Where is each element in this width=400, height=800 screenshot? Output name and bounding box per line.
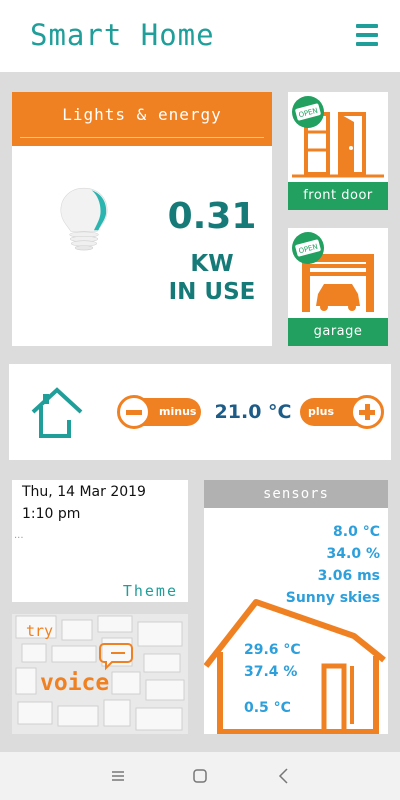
decrease-temp-button[interactable]: minus — [117, 395, 201, 429]
thermostat-card: minus 21.0 °C plus — [9, 364, 391, 460]
home-icon — [31, 387, 83, 438]
voice-label: voice — [40, 670, 110, 696]
back-icon[interactable] — [274, 766, 294, 786]
lights-energy-card[interactable]: Lights & energy 0.31 KW IN USE — [12, 92, 272, 346]
target-temperature: 21.0 °C — [214, 401, 292, 423]
hamburger-menu-icon[interactable] — [356, 24, 378, 46]
door-icon: OPEN — [292, 96, 384, 178]
power-unit-line1: KW — [190, 251, 234, 277]
front-door-label: front door — [288, 182, 388, 210]
increase-temp-button[interactable]: plus — [300, 395, 384, 429]
outside-humidity: 34.0 % — [326, 546, 380, 562]
garage-icon: OPEN — [292, 232, 374, 312]
minus-icon — [117, 395, 151, 429]
minus-label: minus — [159, 405, 197, 418]
sensors-card[interactable]: sensors 8.0 °C 34.0 % 3.06 ms Sunny skie… — [204, 480, 388, 734]
voice-try-label: try — [26, 622, 54, 640]
sensors-title: sensors — [204, 480, 388, 508]
lightbulb-icon — [60, 187, 108, 251]
power-unit-line2: IN USE — [168, 279, 256, 305]
voice-card[interactable]: try voice — [12, 614, 188, 734]
datetime-card: Thu, 14 Mar 2019 1:10 pm ... Theme — [12, 480, 188, 602]
garage-tile[interactable]: OPEN garage — [288, 228, 388, 346]
indoor-humidity: 37.4 % — [244, 664, 298, 680]
system-nav-bar — [0, 752, 400, 800]
lights-energy-title: Lights & energy — [12, 92, 272, 146]
indoor-temperature: 29.6 °C — [244, 642, 301, 658]
outside-temperature: 8.0 °C — [333, 524, 380, 540]
indoor-temp-delta: 0.5 °C — [244, 700, 291, 716]
recent-apps-icon[interactable] — [108, 766, 128, 786]
home-button-icon[interactable] — [190, 766, 210, 786]
current-time: 1:10 pm — [22, 506, 81, 522]
plus-icon — [350, 395, 384, 429]
current-date: Thu, 14 Mar 2019 — [22, 484, 146, 500]
wind-speed: 3.06 ms — [317, 568, 380, 584]
top-bar: Smart Home — [0, 0, 400, 72]
plus-label: plus — [308, 405, 335, 418]
power-value: 0.31 — [167, 196, 257, 237]
app-title: Smart Home — [30, 18, 215, 52]
garage-label: garage — [288, 318, 388, 346]
front-door-tile[interactable]: OPEN front door — [288, 92, 388, 210]
theme-button[interactable]: Theme — [123, 582, 178, 600]
ellipsis: ... — [14, 530, 24, 541]
